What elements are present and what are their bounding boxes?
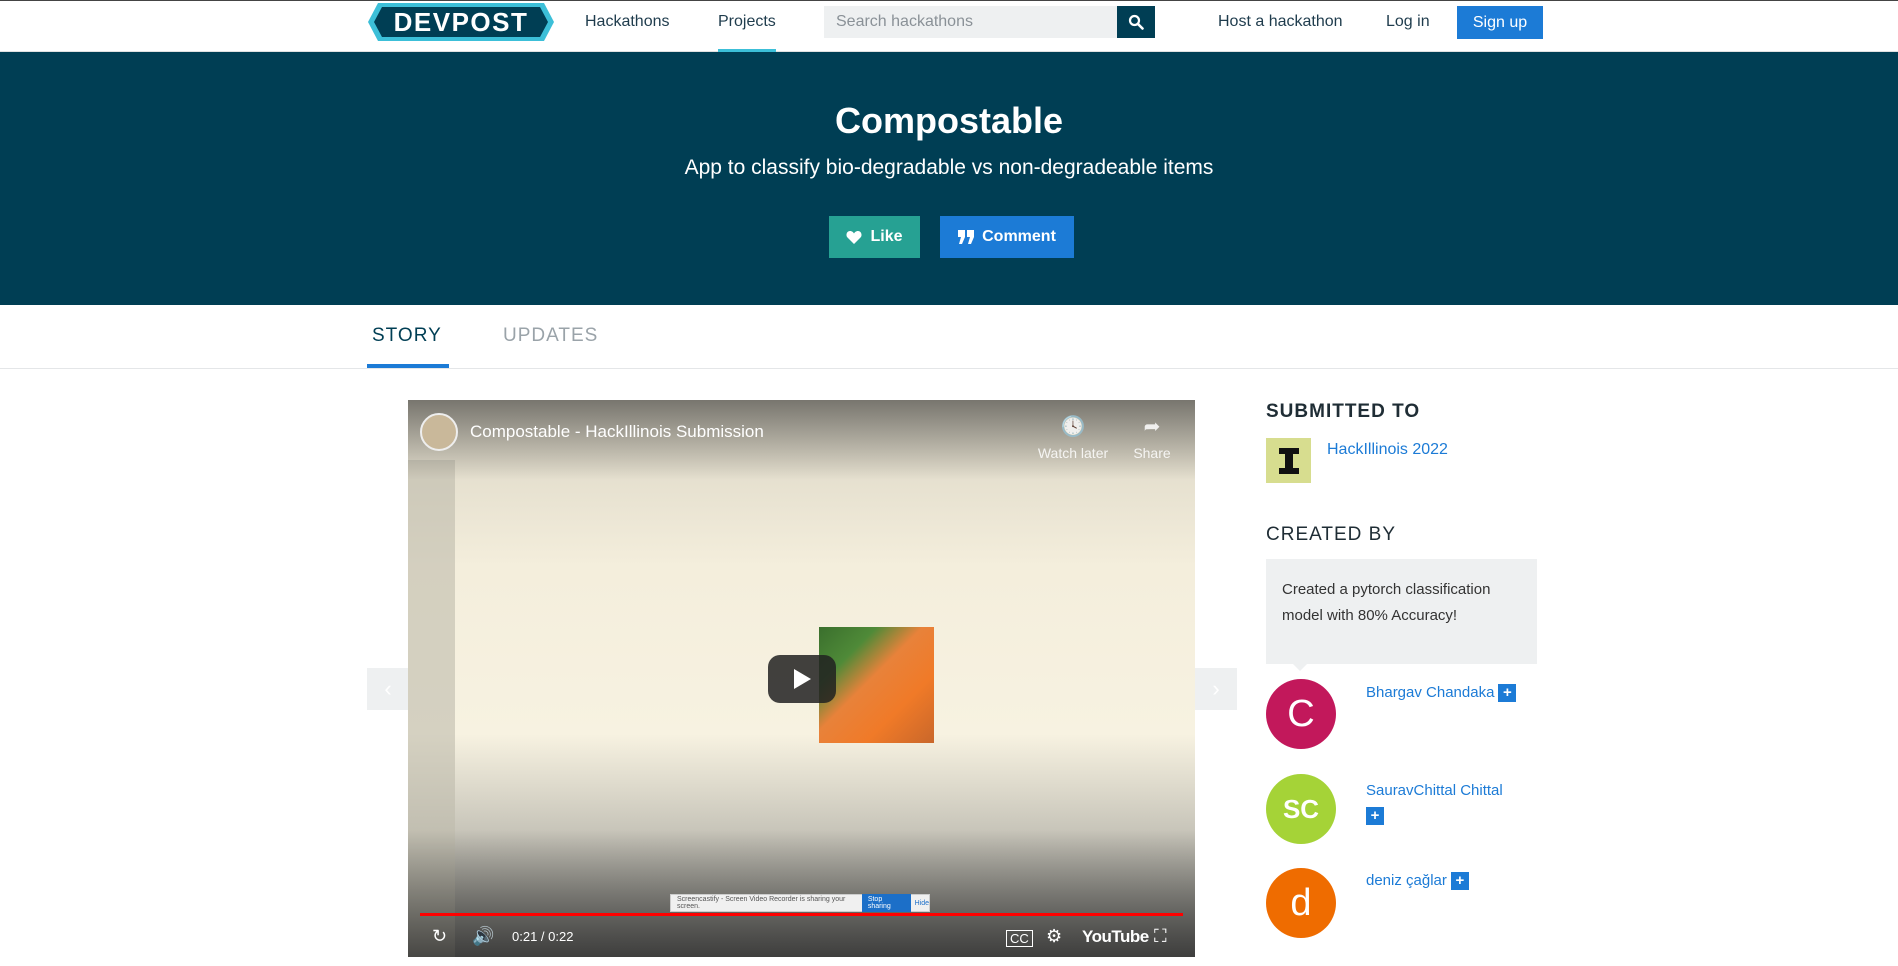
hackillinois-logo[interactable] [1266,438,1311,483]
nav-projects[interactable]: Projects [718,13,776,31]
screen-share-bar: Screencastify - Screen Video Recorder is… [670,894,930,912]
like-button[interactable]: Like [829,216,920,258]
project-tagline: App to classify bio-degradable vs non-de… [684,156,1214,179]
signup-button[interactable]: Sign up [1457,6,1543,39]
like-label: Like [870,228,903,245]
project-hero: Compostable App to classify bio-degradab… [0,52,1898,305]
search-button[interactable] [1117,6,1155,38]
nav-hackathons[interactable]: Hackathons [585,13,670,31]
volume-icon[interactable]: 🔊 [472,926,494,947]
share-label: Share [1133,445,1171,461]
project-title: Compostable [834,100,1064,141]
hide-button[interactable]: Hide [915,900,929,907]
stop-sharing-button[interactable]: Stop sharing [861,894,911,912]
avatar[interactable]: C [1266,679,1336,749]
login-link[interactable]: Log in [1386,13,1430,31]
tab-story[interactable]: STORY [372,325,442,347]
follow-plus-button[interactable]: + [1450,872,1469,891]
avatar[interactable]: d [1266,868,1336,938]
carrots-thumbnail [819,627,934,743]
channel-avatar[interactable] [420,413,458,451]
search-icon [1128,14,1144,30]
gallery-next-button[interactable]: › [1195,668,1237,710]
tab-updates[interactable]: UPDATES [503,325,598,347]
share-bar-text: Screencastify - Screen Video Recorder is… [677,896,846,910]
play-button[interactable] [768,655,836,703]
quote-icon [958,230,975,244]
share-icon: ➦ [1143,416,1161,438]
share-button[interactable]: ➦ Share [1118,414,1186,461]
youtube-logo[interactable]: YouTube [1082,927,1149,947]
note-pointer [1292,663,1308,671]
search-input[interactable] [824,6,1155,38]
logo-text: DEVPOST [394,7,529,37]
comment-button[interactable]: Comment [940,216,1074,258]
member-name: Bhargav Chandaka + [1366,684,1517,703]
video-time: 0:21 / 0:22 [512,929,574,944]
video-title[interactable]: Compostable - HackIllinois Submission [470,422,764,442]
follow-plus-button[interactable]: + [1498,684,1517,703]
chevron-right-icon: › [1212,676,1220,701]
watch-later-label: Watch later [1037,445,1109,461]
fullscreen-icon[interactable]: ⛶ [1154,926,1167,947]
host-hackathon-link[interactable]: Host a hackathon [1218,13,1343,31]
member-link[interactable]: deniz çağlar [1366,872,1447,889]
settings-gear-icon[interactable]: ⚙ [1046,926,1062,947]
follow-plus-button[interactable]: + [1366,807,1384,826]
active-tab-indicator [367,364,449,368]
heart-icon [846,231,863,244]
contribution-note: Created a pytorch classification model w… [1266,559,1537,664]
hackathon-link[interactable]: HackIllinois 2022 [1327,441,1448,459]
clock-icon: 🕓 [1060,416,1086,438]
member-link[interactable]: Bhargav Chandaka [1366,684,1494,701]
top-nav: DEVPOST Hackathons Projects Host a hacka… [0,0,1898,52]
replay-icon[interactable]: ↻ [432,926,447,947]
member-name: SauravChittal Chittal + [1366,778,1536,828]
chevron-left-icon: ‹ [384,676,392,701]
devpost-logo[interactable]: DEVPOST [368,3,554,41]
created-by-heading: CREATED BY [1266,524,1397,545]
video-progress-bar[interactable] [420,913,1183,916]
member-link[interactable]: SauravChittal Chittal [1366,782,1503,799]
gallery-prev-button[interactable]: ‹ [367,668,409,710]
member-name: deniz çağlar + [1366,872,1469,891]
play-icon [794,669,811,689]
avatar[interactable]: SC [1266,774,1336,844]
hackathon-i-icon [1278,447,1299,474]
submitted-to-heading: SUBMITTED TO [1266,401,1421,422]
comment-label: Comment [982,228,1056,245]
video-player[interactable]: Compostable - HackIllinois Submission 🕓 … [408,400,1195,957]
watch-later-button[interactable]: 🕓 Watch later [1033,414,1113,461]
captions-icon[interactable]: CC [1006,930,1033,947]
project-tabs: STORY UPDATES [0,305,1898,369]
